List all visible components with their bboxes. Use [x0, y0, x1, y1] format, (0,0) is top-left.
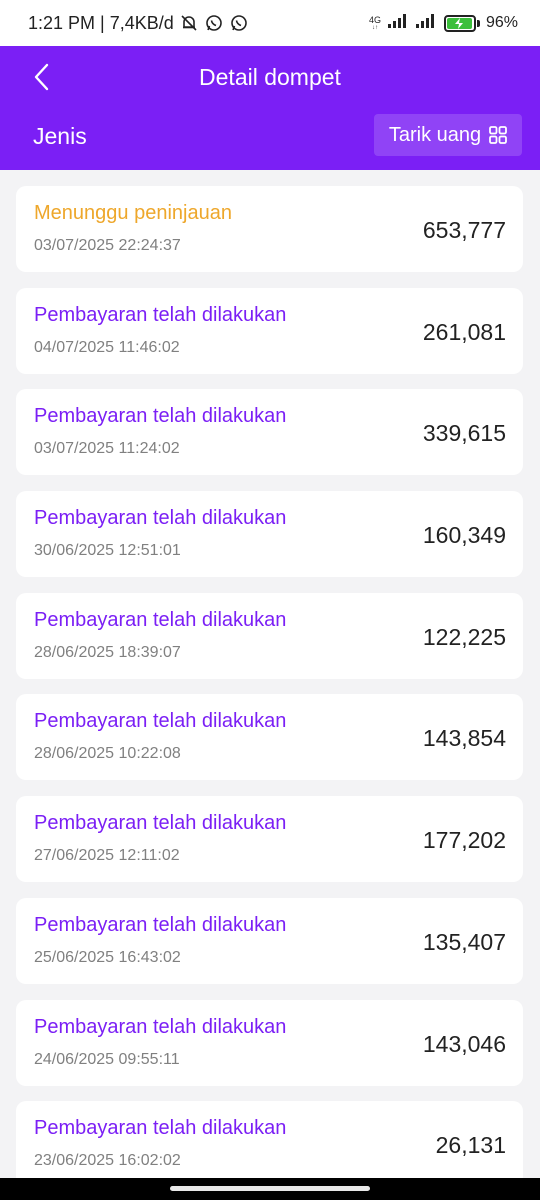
type-filter[interactable]: Jenis: [33, 123, 87, 150]
signal-icon-1: [387, 13, 410, 33]
transaction-status: Pembayaran telah dilakukan: [34, 608, 287, 631]
status-right: 4G ↓↑ 96%: [368, 13, 518, 33]
transaction-item[interactable]: Menunggu peninjauan 03/07/2025 22:24:37 …: [16, 186, 523, 272]
system-nav-bar: [0, 1178, 540, 1200]
transaction-item[interactable]: Pembayaran telah dilakukan 04/07/2025 11…: [16, 287, 523, 374]
transaction-amount: 26,131: [435, 1132, 506, 1159]
home-indicator[interactable]: [170, 1186, 370, 1191]
transaction-amount: 143,854: [422, 725, 506, 752]
transaction-item[interactable]: Pembayaran telah dilakukan 03/07/2025 11…: [16, 389, 523, 476]
transaction-item[interactable]: Pembayaran telah dilakukan 28/06/2025 10…: [16, 694, 523, 781]
transaction-date: 24/06/2025 09:55:11: [34, 1050, 180, 1068]
transaction-date: 27/06/2025 12:11:02: [34, 847, 180, 865]
muted-bell-icon: [179, 13, 199, 33]
transaction-status: Pembayaran telah dilakukan: [34, 913, 287, 936]
transaction-date: 28/06/2025 18:39:07: [34, 643, 181, 661]
app-header: Detail dompet Jenis Tarik uang: [0, 46, 540, 170]
transaction-list: Menunggu peninjauan 03/07/2025 22:24:37 …: [16, 186, 523, 1200]
transaction-date: 03/07/2025 22:24:37: [34, 237, 181, 254]
transaction-item[interactable]: Pembayaran telah dilakukan 25/06/2025 16…: [16, 897, 523, 984]
network-type-label: 4G: [368, 14, 381, 25]
transaction-date: 25/06/2025 16:43:02: [34, 948, 181, 966]
transaction-amount: 122,225: [422, 623, 506, 650]
transaction-status: Pembayaran telah dilakukan: [34, 812, 287, 835]
transaction-item[interactable]: Pembayaran telah dilakukan 27/06/2025 12…: [16, 796, 523, 883]
whatsapp-icon: [204, 13, 224, 33]
transaction-status: Pembayaran telah dilakukan: [34, 1117, 287, 1140]
transaction-item[interactable]: Pembayaran telah dilakukan 28/06/2025 18…: [16, 592, 523, 679]
transaction-amount: 135,407: [422, 928, 506, 955]
signal-icon-2: [415, 13, 438, 33]
transaction-status: Pembayaran telah dilakukan: [34, 710, 287, 733]
transaction-status: Pembayaran telah dilakukan: [34, 405, 287, 428]
status-left: 1:21 PM | 7,4KB/d: [28, 13, 249, 34]
page-title: Detail dompet: [199, 64, 341, 90]
transaction-status: Pembayaran telah dilakukan: [34, 303, 287, 326]
withdraw-button-label: Tarik uang: [388, 123, 482, 146]
transaction-item[interactable]: Pembayaran telah dilakukan 30/06/2025 12…: [16, 491, 523, 578]
transaction-amount: 160,349: [422, 522, 506, 549]
transaction-date: 04/07/2025 11:46:02: [34, 338, 180, 356]
transaction-amount: 143,046: [422, 1030, 506, 1057]
transaction-amount: 653,777: [422, 217, 506, 243]
grid-icon: [489, 126, 508, 144]
battery-icon: [443, 14, 480, 32]
transaction-item[interactable]: Pembayaran telah dilakukan 23/06/2025 16…: [16, 1101, 523, 1188]
transaction-item[interactable]: Pembayaran telah dilakukan 24/06/2025 09…: [16, 999, 523, 1086]
transaction-status: Menunggu peninjauan: [34, 202, 232, 224]
battery-percent: 96%: [485, 14, 518, 31]
transaction-date: 30/06/2025 12:51:01: [34, 542, 181, 560]
transaction-date: 03/07/2025 11:24:02: [34, 440, 180, 458]
withdraw-button[interactable]: Tarik uang: [374, 114, 522, 156]
transaction-amount: 261,081: [422, 318, 506, 345]
whatsapp-business-icon: [229, 13, 249, 33]
transaction-status: Pembayaran telah dilakukan: [34, 1015, 287, 1038]
status-time-speed: 1:21 PM | 7,4KB/d: [28, 12, 174, 33]
transaction-amount: 339,615: [422, 420, 506, 447]
status-bar: 1:21 PM | 7,4KB/d 4G ↓↑ 96%: [0, 0, 540, 46]
network-type: 4G ↓↑: [368, 14, 381, 31]
transaction-date: 23/06/2025 16:02:02: [34, 1152, 181, 1170]
transaction-amount: 177,202: [422, 827, 506, 854]
transaction-date: 28/06/2025 10:22:08: [34, 745, 181, 763]
transaction-status: Pembayaran telah dilakukan: [34, 507, 287, 530]
